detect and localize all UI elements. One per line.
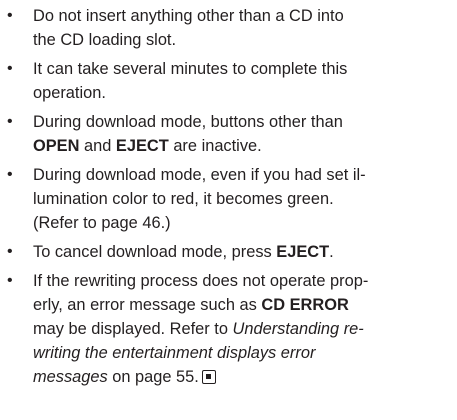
section-reference: Understanding re-: [232, 319, 364, 338]
note-item-error: • If the rewriting process does not oper…: [0, 269, 457, 390]
note-text: may be displayed. Refer to: [33, 319, 233, 338]
note-text: and: [79, 137, 116, 156]
note-text: During download mode, buttons other than: [33, 112, 343, 131]
note-text-line: OPEN and EJECT are inactive.: [33, 134, 457, 158]
notes-list: • Do not insert anything other than a CD…: [0, 4, 457, 394]
note-text: Do not insert anything other than a CD i…: [33, 7, 344, 25]
note-item-cancel: • To cancel download mode, press EJECT.: [0, 240, 457, 264]
note-item-cd-slot: • Do not insert anything other than a CD…: [0, 4, 457, 52]
bullet: •: [7, 271, 13, 289]
note-text: It can take several minutes to complete …: [33, 59, 348, 78]
note-text: .: [329, 242, 334, 261]
section-reference: writing the entertainment displays error: [33, 344, 316, 363]
end-of-section-mark-icon: [201, 370, 216, 385]
bullet: •: [7, 7, 13, 24]
note-text-line: messages on page 55.: [33, 365, 457, 389]
open-button-label: OPEN: [33, 137, 80, 156]
page: • Do not insert anything other than a CD…: [0, 0, 457, 420]
note-text-line: may be displayed. Refer to Understanding…: [33, 317, 457, 341]
note-text: To cancel download mode, press: [33, 242, 277, 261]
note-text: If the rewriting process does not operat…: [33, 271, 369, 290]
bullet: •: [7, 242, 13, 260]
note-text: During download mode, even if you had se…: [33, 165, 366, 184]
note-text: erly, an error message such as: [33, 295, 262, 314]
note-item-inactive-buttons: • During download mode, buttons other th…: [0, 110, 457, 158]
note-text: on page 55.: [107, 368, 199, 387]
note-text-line: erly, an error message such as CD ERROR: [33, 293, 457, 317]
note-text-line: To cancel download mode, press EJECT.: [33, 240, 457, 264]
section-reference: messages: [33, 368, 108, 387]
page-reference: (Refer to page 46.): [33, 214, 171, 233]
note-text: lumination color to red, it becomes gree…: [33, 189, 334, 208]
bullet: •: [7, 165, 13, 183]
bullet: •: [7, 112, 13, 130]
note-item-illumination: • During download mode, even if you had …: [0, 163, 457, 236]
error-message-label: CD ERROR: [261, 295, 349, 314]
eject-button-label: EJECT: [115, 137, 169, 156]
note-text: are inactive.: [168, 137, 262, 156]
note-text: operation.: [33, 84, 106, 103]
note-text: the CD loading slot.: [33, 31, 177, 50]
bullet: •: [7, 59, 13, 77]
note-item-duration: • It can take several minutes to complet…: [0, 57, 457, 105]
note-text-line: writing the entertainment displays error: [33, 341, 457, 365]
eject-button-label: EJECT: [276, 242, 330, 261]
